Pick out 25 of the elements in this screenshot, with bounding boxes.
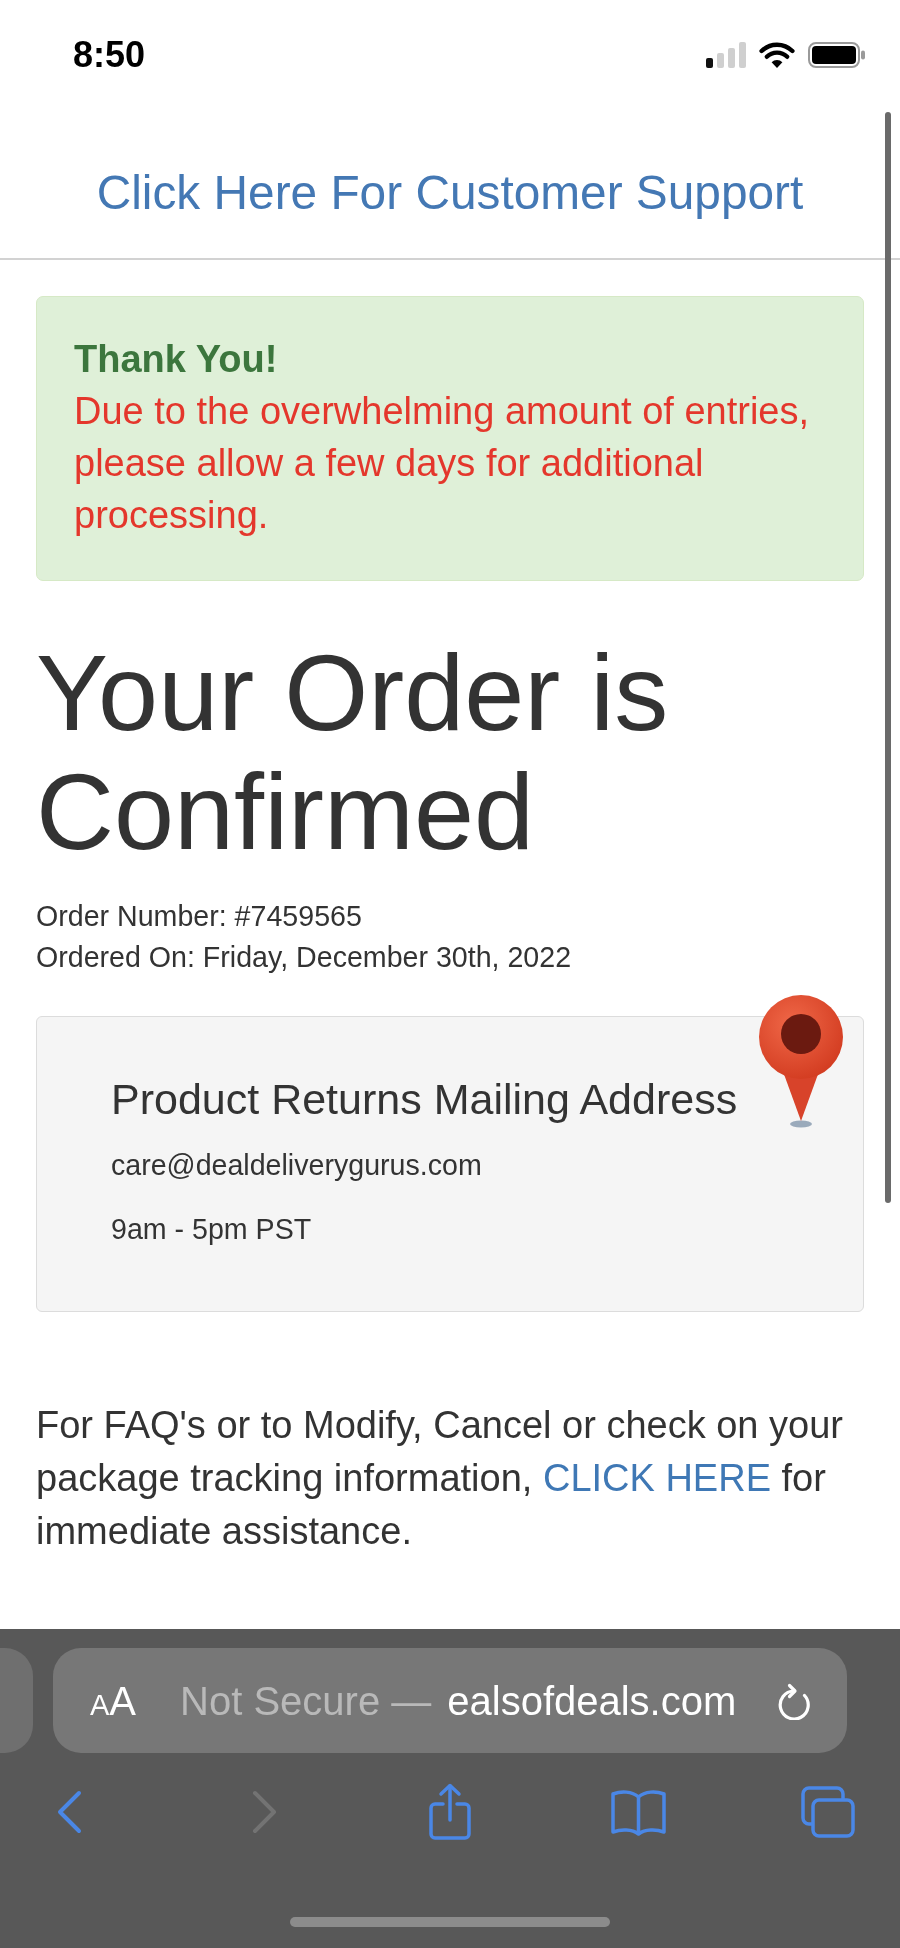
- reload-icon[interactable]: [776, 1681, 812, 1720]
- card-text: 9am - 5pm PST: [111, 1211, 313, 1247]
- card-title: Product Returns Mailing Address: [111, 1075, 739, 1123]
- click-here-link[interactable]: CLICK HERE: [542, 1456, 771, 1499]
- card-text: care@dealdeliverygurus.com: [111, 1147, 483, 1183]
- security-label: Not Secure —: [180, 1677, 432, 1724]
- faq-paragraph: For FAQ's or to Modify, Cancel or check on your package tracking information, CLICK HERE for immediate assistance.: [36, 1402, 844, 1554]
- share-icon[interactable]: [428, 1783, 472, 1841]
- order-detail: Order Number: #7459565: [36, 898, 363, 934]
- page-heading: Your Order is Confirmed: [36, 634, 670, 872]
- status-time: 8:50: [73, 37, 146, 73]
- tabs-icon[interactable]: [801, 1786, 855, 1838]
- alert-title: Thank You!: [74, 337, 279, 382]
- address-bar[interactable]: AA Not Secure — ealsofdeals.com: [53, 1648, 847, 1753]
- back-icon[interactable]: [56, 1790, 82, 1834]
- alert-message: Due to the overwhelming amount of entries, please allow a few days for additional processing.: [74, 389, 811, 538]
- map-pin-icon: [758, 993, 844, 1128]
- url-text: ealsofdeals.com: [447, 1677, 737, 1724]
- customer-support-link[interactable]: Click Here For Customer Support: [96, 166, 804, 219]
- order-detail: Ordered On: Friday, December 30th, 2022: [36, 939, 573, 975]
- wifi-icon: [759, 41, 795, 69]
- book-icon[interactable]: [609, 1788, 667, 1836]
- signal-icon: [706, 42, 746, 68]
- text-size-button[interactable]: AA: [90, 1680, 137, 1721]
- battery-icon: [808, 42, 866, 68]
